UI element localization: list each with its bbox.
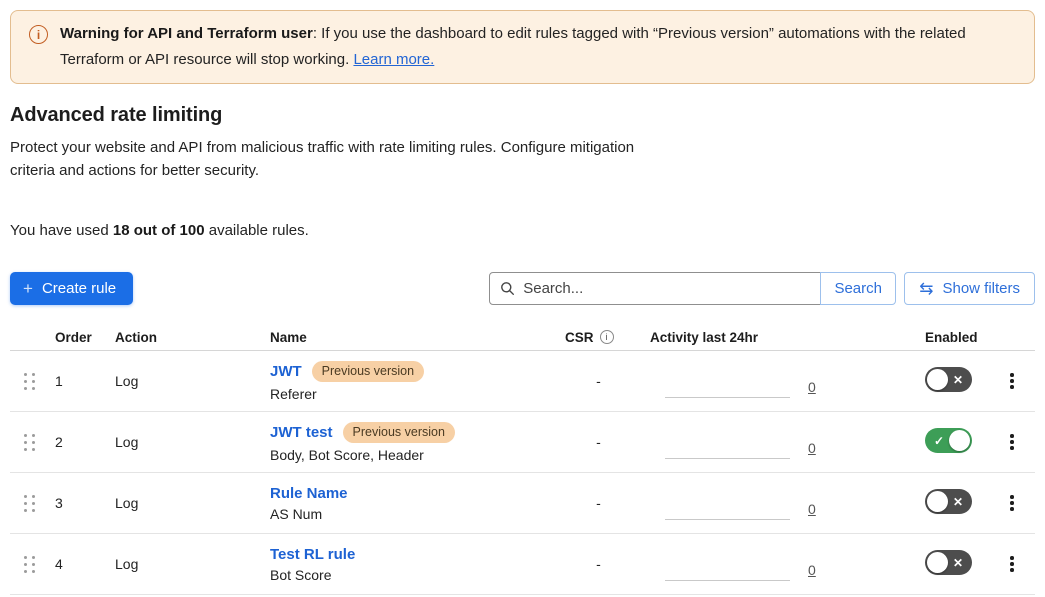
learn-more-link[interactable]: Learn more. bbox=[353, 51, 434, 68]
show-filters-button[interactable]: ⇆ Show filters bbox=[904, 272, 1035, 305]
enabled-toggle[interactable]: ✕ bbox=[925, 489, 972, 514]
drag-handle-icon[interactable] bbox=[24, 373, 36, 390]
filters-icon: ⇆ bbox=[919, 280, 933, 297]
previous-version-badge: Previous version bbox=[343, 422, 455, 443]
rule-criteria: Body, Bot Score, Header bbox=[270, 447, 565, 463]
csr-label: CSR bbox=[565, 330, 594, 345]
rule-criteria: Referer bbox=[270, 386, 565, 402]
toggle-knob bbox=[927, 369, 948, 390]
kebab-menu-button[interactable] bbox=[1004, 551, 1020, 577]
kebab-menu-button[interactable] bbox=[1004, 490, 1020, 516]
action-cell: Log bbox=[115, 495, 270, 511]
activity-count-link[interactable]: 0 bbox=[808, 440, 816, 456]
action-cell: Log bbox=[115, 556, 270, 572]
order-cell: 1 bbox=[55, 373, 115, 389]
activity-count-link[interactable]: 0 bbox=[808, 562, 816, 578]
table-row: 2 Log JWT test Previous version Body, Bo… bbox=[10, 412, 1035, 473]
name-cell: JWT Previous version Referer bbox=[270, 361, 565, 402]
name-cell: Test RL rule Bot Score bbox=[270, 546, 565, 583]
search-icon bbox=[500, 281, 515, 296]
order-cell: 2 bbox=[55, 434, 115, 450]
csr-cell: - bbox=[565, 373, 650, 389]
warning-text-bold: Warning for API and Terraform user bbox=[60, 25, 313, 42]
rule-name-link[interactable]: Rule Name bbox=[270, 485, 348, 502]
activity-cell: 0 bbox=[650, 555, 925, 594]
activity-cell: 0 bbox=[650, 494, 925, 533]
activity-sparkline bbox=[665, 494, 790, 520]
activity-sparkline bbox=[665, 372, 790, 398]
table-row: 3 Log Rule Name AS Num - 0 ✕ bbox=[10, 473, 1035, 534]
activity-cell: 0 bbox=[650, 433, 925, 472]
create-rule-button[interactable]: + Create rule bbox=[10, 272, 133, 305]
enabled-toggle[interactable]: ✕ bbox=[925, 550, 972, 575]
rules-table: Order Action Name CSR i Activity last 24… bbox=[10, 324, 1035, 595]
rule-criteria: Bot Score bbox=[270, 567, 565, 583]
toggle-x-icon: ✕ bbox=[953, 557, 963, 569]
enabled-toggle[interactable]: ✓ bbox=[925, 428, 972, 453]
action-cell: Log bbox=[115, 373, 270, 389]
table-row: 1 Log JWT Previous version Referer - 0 ✕ bbox=[10, 351, 1035, 412]
toggle-knob bbox=[949, 430, 970, 451]
toggle-check-icon: ✓ bbox=[934, 435, 944, 447]
order-cell: 3 bbox=[55, 495, 115, 511]
usage-suffix: available rules. bbox=[205, 222, 309, 239]
table-header-row: Order Action Name CSR i Activity last 24… bbox=[10, 324, 1035, 351]
activity-sparkline bbox=[665, 433, 790, 459]
rule-name-link[interactable]: JWT test bbox=[270, 424, 333, 441]
search-input[interactable] bbox=[523, 280, 810, 297]
col-header-enabled: Enabled bbox=[925, 330, 1000, 345]
drag-handle-icon[interactable] bbox=[24, 495, 36, 512]
search-button[interactable]: Search bbox=[820, 272, 896, 305]
toggle-knob bbox=[927, 552, 948, 573]
drag-handle-icon[interactable] bbox=[24, 434, 36, 451]
csr-cell: - bbox=[565, 556, 650, 572]
usage-summary: You have used 18 out of 100 available ru… bbox=[10, 222, 1035, 239]
col-header-action: Action bbox=[115, 330, 270, 345]
drag-handle-icon[interactable] bbox=[24, 556, 36, 573]
name-cell: Rule Name AS Num bbox=[270, 485, 565, 522]
previous-version-badge: Previous version bbox=[312, 361, 424, 382]
toggle-x-icon: ✕ bbox=[953, 496, 963, 508]
activity-count-link[interactable]: 0 bbox=[808, 501, 816, 517]
kebab-menu-button[interactable] bbox=[1004, 429, 1020, 455]
csr-cell: - bbox=[565, 495, 650, 511]
csr-cell: - bbox=[565, 434, 650, 450]
order-cell: 4 bbox=[55, 556, 115, 572]
create-rule-label: Create rule bbox=[42, 280, 116, 297]
rule-criteria: AS Num bbox=[270, 506, 565, 522]
usage-count: 18 out of 100 bbox=[113, 222, 205, 239]
toggle-x-icon: ✕ bbox=[953, 374, 963, 386]
table-row: 4 Log Test RL rule Bot Score - 0 ✕ bbox=[10, 534, 1035, 595]
action-cell: Log bbox=[115, 434, 270, 450]
search-group: Search ⇆ Show filters bbox=[489, 272, 1035, 305]
toggle-knob bbox=[927, 491, 948, 512]
kebab-menu-button[interactable] bbox=[1004, 368, 1020, 394]
warning-text: Warning for API and Terraform user: If y… bbox=[60, 21, 1000, 73]
name-cell: JWT test Previous version Body, Bot Scor… bbox=[270, 422, 565, 463]
toolbar: + Create rule Search ⇆ Show filters bbox=[10, 272, 1035, 305]
usage-prefix: You have used bbox=[10, 222, 113, 239]
col-header-csr: CSR i bbox=[565, 330, 650, 345]
warning-info-icon: i bbox=[29, 25, 48, 44]
search-box bbox=[489, 272, 821, 305]
plus-icon: + bbox=[23, 280, 33, 297]
csr-info-icon[interactable]: i bbox=[600, 330, 614, 344]
col-header-order: Order bbox=[55, 330, 115, 345]
col-header-activity: Activity last 24hr bbox=[650, 330, 925, 345]
rule-name-link[interactable]: JWT bbox=[270, 363, 302, 380]
show-filters-label: Show filters bbox=[942, 280, 1020, 297]
enabled-toggle[interactable]: ✕ bbox=[925, 367, 972, 392]
advanced-rate-limiting-page: i Warning for API and Terraform user: If… bbox=[0, 0, 1045, 595]
col-header-name: Name bbox=[270, 330, 565, 345]
page-description: Protect your website and API from malici… bbox=[10, 136, 635, 182]
page-title: Advanced rate limiting bbox=[10, 104, 1035, 127]
warning-banner: i Warning for API and Terraform user: If… bbox=[10, 10, 1035, 84]
activity-count-link[interactable]: 0 bbox=[808, 379, 816, 395]
activity-cell: 0 bbox=[650, 372, 925, 411]
rule-name-link[interactable]: Test RL rule bbox=[270, 546, 355, 563]
activity-sparkline bbox=[665, 555, 790, 581]
